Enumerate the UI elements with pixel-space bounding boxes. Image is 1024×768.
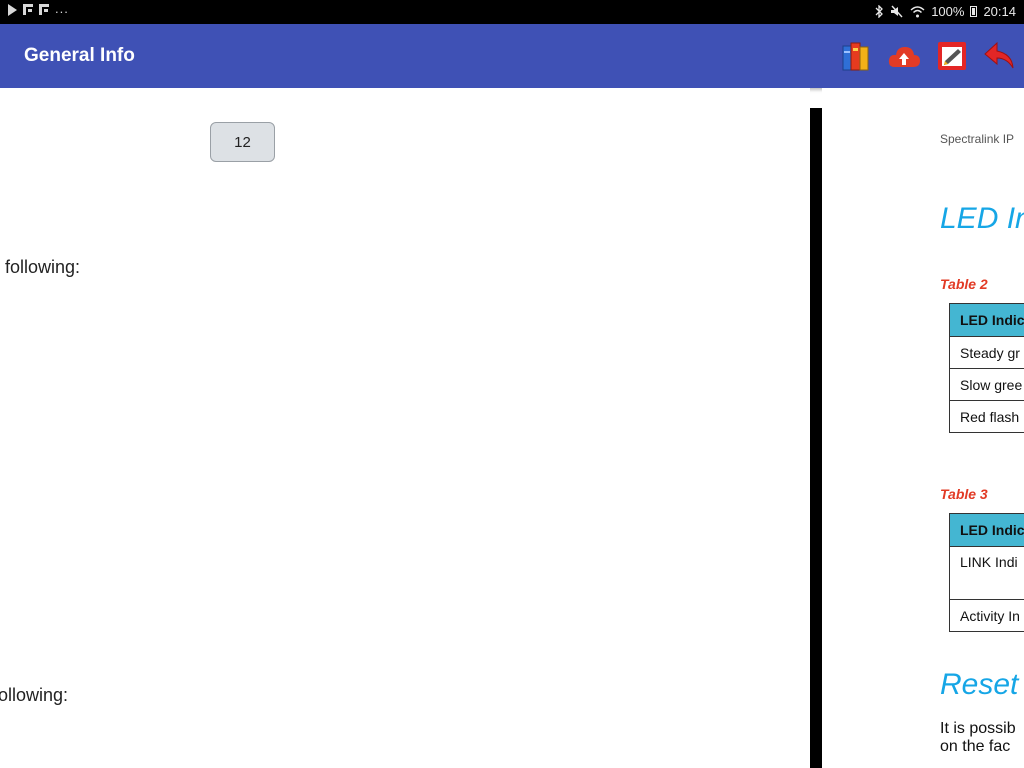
back-button[interactable] [976,32,1024,80]
table-row: Steady gr [949,336,1024,369]
table-cell: Activity In [949,599,1024,632]
status-bar: ... 100% 20:14 [0,0,1024,24]
app-bar: General Info [0,24,1024,88]
table-cell: Steady gr [949,336,1024,369]
section-heading: Reset [940,668,1019,701]
table-row: LINK Indi [949,546,1024,600]
notification-icons: ... [8,1,69,16]
led-table-3: LED Indic LINK Indi Activity In [949,513,1024,632]
edit-note-button[interactable] [928,32,976,80]
table-row: Slow gree [949,368,1024,401]
page-title: General Info [24,45,135,66]
play-store-icon [8,3,17,16]
edit-note-icon [938,42,966,70]
back-arrow-icon [984,41,1014,69]
bluetooth-icon [875,5,884,18]
page-text: ollowing: [0,685,69,705]
paragraph-line: on the fac [940,738,1011,755]
battery-percent: 100% [931,4,965,19]
cloud-upload-button[interactable] [880,32,928,80]
table-cell: Slow gree [949,368,1024,401]
flipboard-icon [23,4,33,15]
library-button[interactable] [832,32,880,80]
more-notifications-text: ... [55,1,69,16]
flipboard-icon [39,4,49,15]
table-header-row: LED Indic [949,303,1024,337]
clock: 20:14 [983,4,1016,19]
table-header-cell: LED Indic [949,513,1024,547]
table-caption: Table 2 [940,276,988,292]
left-page: 12 following: ollowing: [0,88,810,768]
document-header: Spectralink IP [940,132,1015,146]
table-cell: Red flash [949,400,1024,433]
page-divider [810,108,822,768]
table-row: Red flash [949,400,1024,433]
cloud-upload-icon [888,47,920,67]
app-bar-actions [832,24,1024,88]
table-header-cell: LED Indic [949,303,1024,337]
page-text: following: [5,257,81,277]
section-heading: LED In [940,202,1024,235]
paragraph-line: It is possib [940,720,1016,737]
wifi-icon [910,5,925,17]
books-icon [842,42,869,71]
right-page: Spectralink IP LED In Table 2 LED Indic … [822,88,1024,768]
table-header-row: LED Indic [949,513,1024,547]
system-icons: 100% 20:14 [874,4,1016,19]
mute-icon [891,5,903,18]
table-cell: LINK Indi [949,546,1024,600]
page-number-badge: 12 [210,122,275,162]
table-row: Activity In [949,599,1024,632]
led-table-2: LED Indic Steady gr Slow gree Red flash [949,303,1024,433]
battery-icon [970,6,978,17]
table-caption: Table 3 [940,486,988,502]
paragraph: It is possib on the fac [940,720,1016,756]
